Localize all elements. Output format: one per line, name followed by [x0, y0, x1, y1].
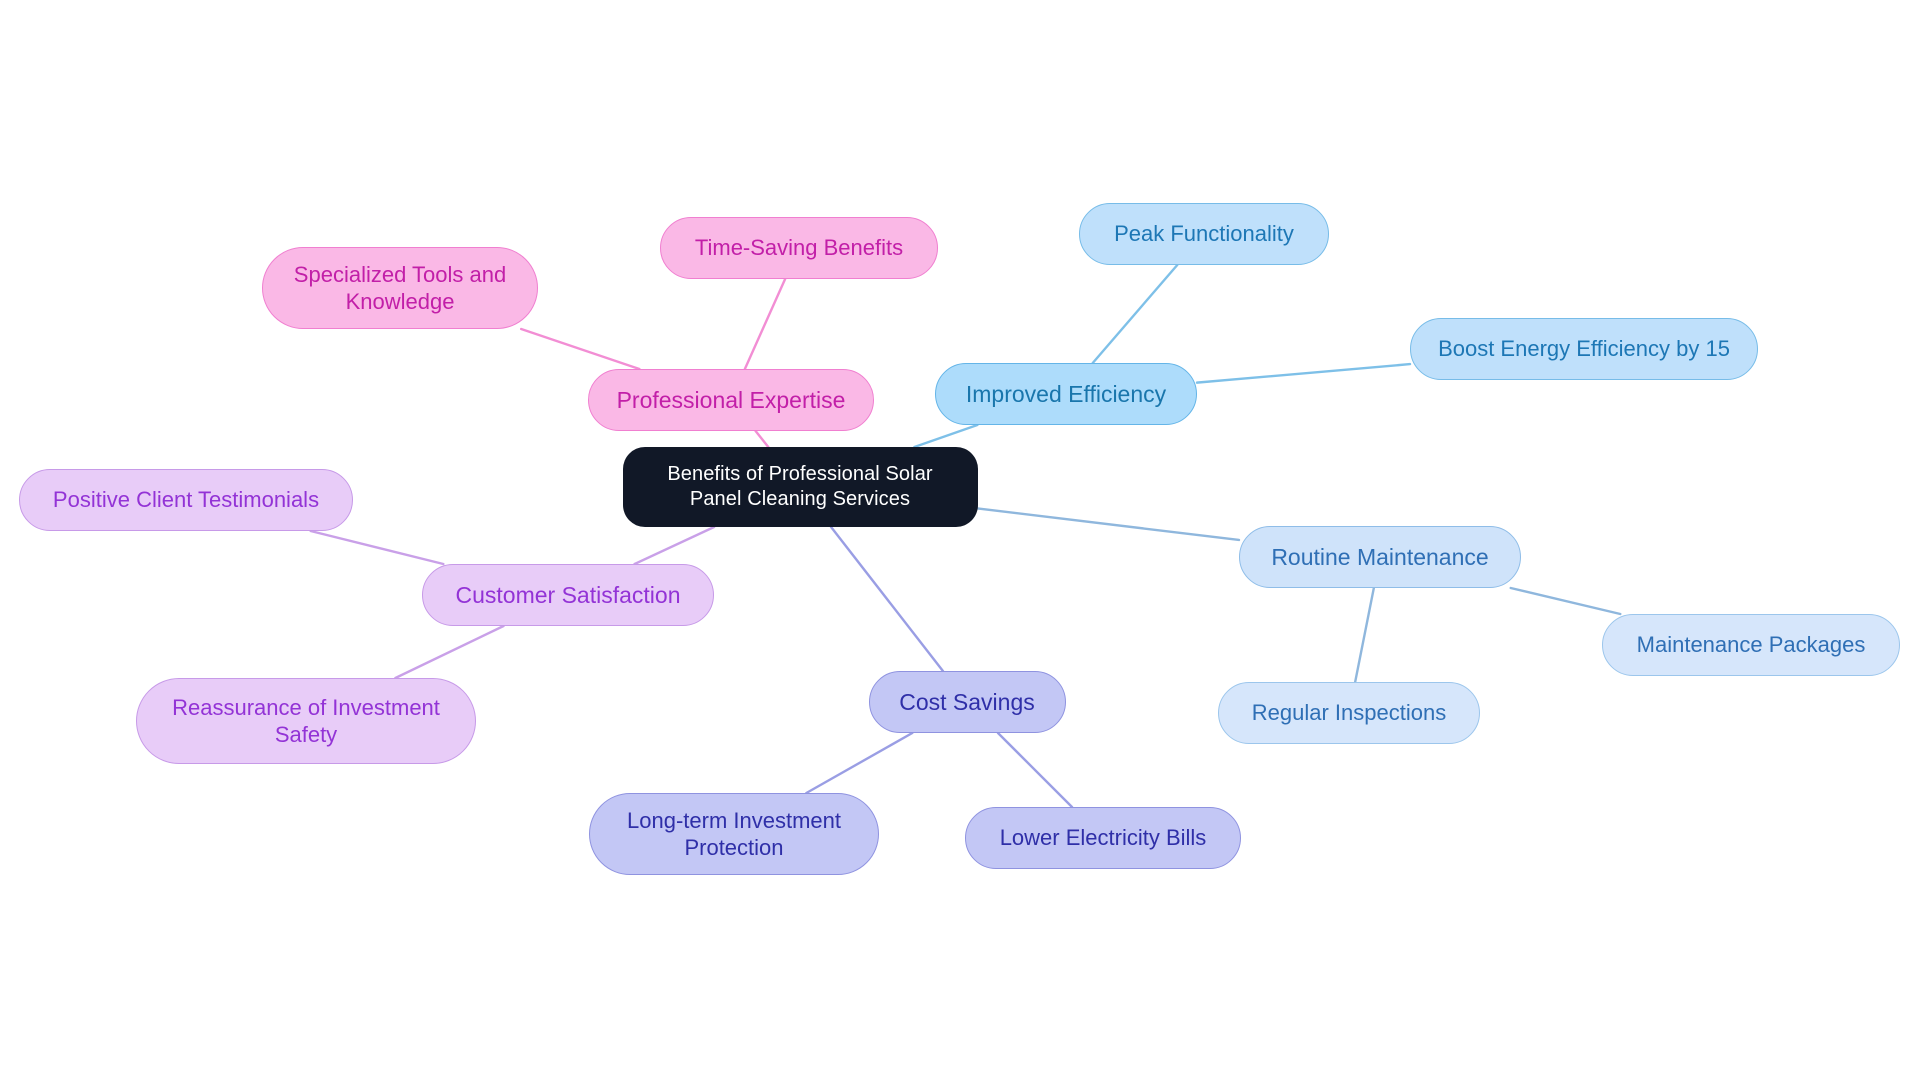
mindmap-node-reassurance-of-investment-safety[interactable]: Reassurance of Investment Safety	[136, 678, 476, 764]
mindmap-node-label: Cost Savings	[899, 688, 1035, 715]
edge-root-to-customer-satisfaction	[633, 525, 716, 566]
mindmap-node-label: Boost Energy Efficiency by 15	[1438, 336, 1730, 362]
mindmap-node-label: Customer Satisfaction	[455, 581, 681, 608]
mindmap-node-label: Professional Expertise	[616, 386, 846, 413]
edge-layer	[309, 263, 1622, 809]
mindmap-node-label: Peak Functionality	[1114, 221, 1294, 247]
mindmap-node-label: Improved Efficiency	[965, 380, 1167, 407]
mindmap-node-specialized-tools-and-knowledge[interactable]: Specialized Tools and Knowledge	[262, 247, 538, 329]
mindmap-canvas: Benefits of Professional Solar Panel Cle…	[0, 0, 1920, 1083]
mindmap-node-label: Routine Maintenance	[1271, 543, 1489, 570]
edge-cost-savings-to-lower-electricity-bills	[996, 731, 1074, 809]
mindmap-node-lower-electricity-bills[interactable]: Lower Electricity Bills	[965, 807, 1241, 869]
mindmap-node-peak-functionality[interactable]: Peak Functionality	[1079, 203, 1329, 265]
mindmap-node-improved-efficiency[interactable]: Improved Efficiency	[935, 363, 1197, 425]
edge-routine-maintenance-to-regular-inspections	[1353, 586, 1376, 684]
edge-customer-satisfaction-to-reassurance-of-investment-safety	[394, 624, 505, 680]
mindmap-node-cost-savings[interactable]: Cost Savings	[868, 671, 1066, 733]
mindmap-node-label: Reassurance of Investment Safety	[172, 694, 440, 747]
edge-customer-satisfaction-to-positive-client-testimonials	[309, 529, 445, 566]
mindmap-node-label: Lower Electricity Bills	[999, 825, 1207, 851]
mindmap-node-long-term-investment-protection[interactable]: Long-term Investment Protection	[589, 793, 879, 875]
mindmap-node-professional-expertise[interactable]: Professional Expertise	[588, 369, 874, 431]
mindmap-node-maintenance-packages[interactable]: Maintenance Packages	[1602, 614, 1900, 676]
mindmap-node-time-saving-benefits[interactable]: Time-Saving Benefits	[660, 217, 938, 279]
edge-professional-expertise-to-time-saving-benefits	[743, 277, 787, 371]
mindmap-node-label: Long-term Investment Protection	[627, 807, 841, 860]
mindmap-node-root[interactable]: Benefits of Professional Solar Panel Cle…	[622, 447, 978, 527]
mindmap-node-customer-satisfaction[interactable]: Customer Satisfaction	[422, 564, 714, 626]
mindmap-node-label: Specialized Tools and Knowledge	[293, 261, 507, 314]
edge-cost-savings-to-long-term-investment-protection	[805, 731, 914, 795]
mindmap-node-regular-inspections[interactable]: Regular Inspections	[1218, 682, 1480, 744]
mindmap-node-label: Regular Inspections	[1251, 700, 1447, 726]
edge-professional-expertise-to-specialized-tools-and-knowledge	[519, 327, 641, 371]
mindmap-node-boost-energy-efficiency[interactable]: Boost Energy Efficiency by 15	[1410, 318, 1758, 380]
mindmap-node-label: Maintenance Packages	[1636, 632, 1866, 658]
edge-root-to-improved-efficiency	[913, 423, 979, 449]
edge-improved-efficiency-to-peak-functionality	[1091, 263, 1179, 365]
edge-root-to-cost-savings	[829, 525, 945, 673]
mindmap-node-positive-client-testimonials[interactable]: Positive Client Testimonials	[19, 469, 353, 531]
mindmap-node-label: Positive Client Testimonials	[52, 487, 320, 513]
edge-improved-efficiency-to-boost-energy-efficiency	[1195, 362, 1412, 384]
mindmap-node-label: Time-Saving Benefits	[694, 235, 904, 261]
edge-root-to-routine-maintenance	[976, 507, 1241, 542]
mindmap-node-routine-maintenance[interactable]: Routine Maintenance	[1239, 526, 1521, 588]
edge-routine-maintenance-to-maintenance-packages	[1509, 586, 1622, 616]
edge-root-to-professional-expertise	[754, 429, 770, 449]
mindmap-node-label: Benefits of Professional Solar Panel Cle…	[667, 463, 933, 510]
